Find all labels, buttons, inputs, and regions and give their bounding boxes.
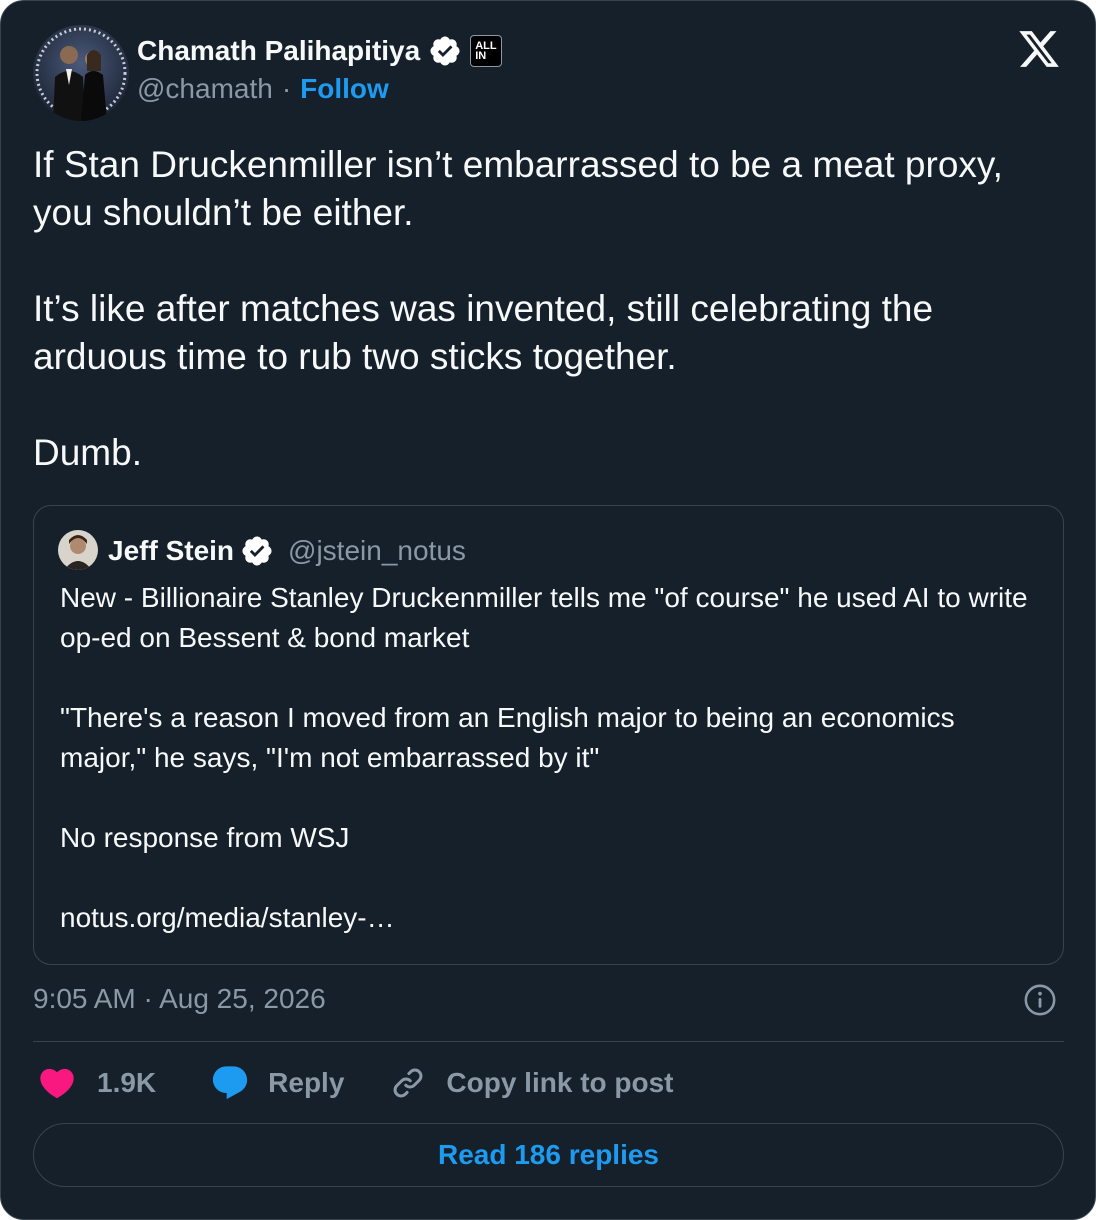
reply-bubble-icon bbox=[210, 1063, 250, 1103]
quoted-author-avatar[interactable] bbox=[58, 530, 98, 570]
verified-badge-icon bbox=[428, 34, 462, 68]
x-logo-icon[interactable] bbox=[1017, 27, 1061, 71]
author-handle[interactable]: @chamath bbox=[137, 73, 273, 105]
quoted-post[interactable]: Jeff Stein @jstein_notus New - Billionai… bbox=[33, 505, 1064, 965]
post-timestamp[interactable]: 9:05 AM · Aug 25, 2026 bbox=[33, 981, 326, 1017]
quoted-author-name: Jeff Stein bbox=[108, 535, 235, 566]
action-bar: 1.9K Reply Copy link to post bbox=[33, 1061, 674, 1105]
author-handle-row: @chamath · Follow bbox=[137, 73, 389, 105]
heart-icon bbox=[37, 1063, 77, 1103]
reply-button[interactable]: Reply bbox=[210, 1063, 344, 1103]
like-button[interactable]: 1.9K bbox=[37, 1063, 156, 1103]
follow-button[interactable]: Follow bbox=[300, 73, 389, 105]
quoted-author-row: Jeff Stein @jstein_notus bbox=[108, 531, 466, 571]
link-icon bbox=[390, 1065, 426, 1101]
reply-label: Reply bbox=[268, 1067, 345, 1098]
author-name[interactable]: Chamath Palihapitiya bbox=[137, 35, 420, 67]
read-replies-label: Read 186 replies bbox=[437, 1139, 660, 1170]
separator-dot: · bbox=[281, 73, 292, 104]
author-avatar[interactable] bbox=[33, 25, 129, 121]
divider bbox=[33, 1041, 1064, 1042]
author-name-row: Chamath Palihapitiya ALL IN bbox=[137, 31, 503, 71]
like-count: 1.9K bbox=[97, 1067, 157, 1098]
quoted-post-text: New - Billionaire Stanley Druckenmiller … bbox=[60, 582, 1028, 933]
post-text: If Stan Druckenmiller isn’t embarrassed … bbox=[33, 144, 1003, 473]
tweet-card: Chamath Palihapitiya ALL IN @chamath · F… bbox=[0, 0, 1096, 1220]
affiliate-badge-icon[interactable]: ALL IN bbox=[470, 35, 503, 67]
verified-badge-icon bbox=[240, 534, 274, 568]
info-icon[interactable] bbox=[1023, 983, 1057, 1017]
quoted-author-handle: @jstein_notus bbox=[288, 535, 466, 566]
copy-link-button[interactable]: Copy link to post bbox=[390, 1065, 674, 1101]
copy-link-label: Copy link to post bbox=[446, 1067, 674, 1098]
read-replies-button[interactable]: Read 186 replies bbox=[33, 1123, 1064, 1187]
